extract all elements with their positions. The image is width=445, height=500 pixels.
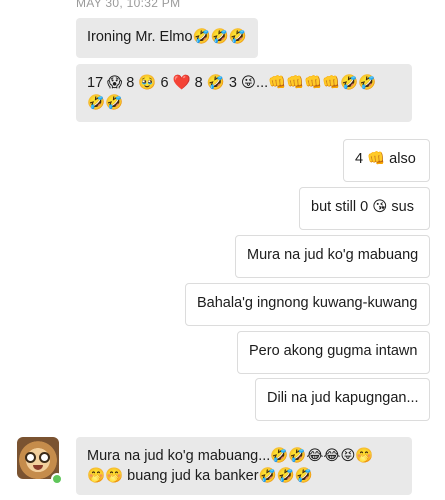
message-bubble-outgoing[interactable]: but still 0 😘 sus (299, 187, 430, 230)
message-bubble-incoming[interactable]: Ironing Mr. Elmo🤣🤣🤣 (76, 18, 258, 58)
online-status-indicator (51, 473, 63, 485)
message-bubble-outgoing[interactable]: Mura na jud ko'g mabuang (235, 235, 430, 278)
message-bubble-incoming[interactable]: 17 😱 8 🥹 6 ❤️ 8 🤣 3 😜...👊👊👊👊🤣🤣🤣🤣 (76, 64, 412, 122)
message-bubble-outgoing[interactable]: Dili na jud kapugngan... (255, 378, 430, 421)
message-bubble-outgoing[interactable]: Bahala'g ingnong kuwang-kuwang (185, 283, 430, 326)
avatar-eye-left (25, 452, 36, 463)
message-bubble-outgoing[interactable]: Pero akong gugma intawn (237, 331, 430, 374)
chat-screen: MAY 30, 10:32 PM Ironing Mr. Elmo🤣🤣🤣 17 … (0, 0, 445, 500)
avatar-eye-right (39, 452, 50, 463)
message-bubble-outgoing[interactable]: 4 👊 also (343, 139, 430, 182)
avatar-mouth (33, 465, 43, 470)
message-bubble-incoming[interactable]: Mura na jud ko'g mabuang...🤣🤣😂😂😝🤭🤭🤭 buan… (76, 437, 412, 495)
monkey-avatar-icon[interactable] (17, 437, 59, 479)
message-timestamp: MAY 30, 10:32 PM (76, 0, 181, 10)
